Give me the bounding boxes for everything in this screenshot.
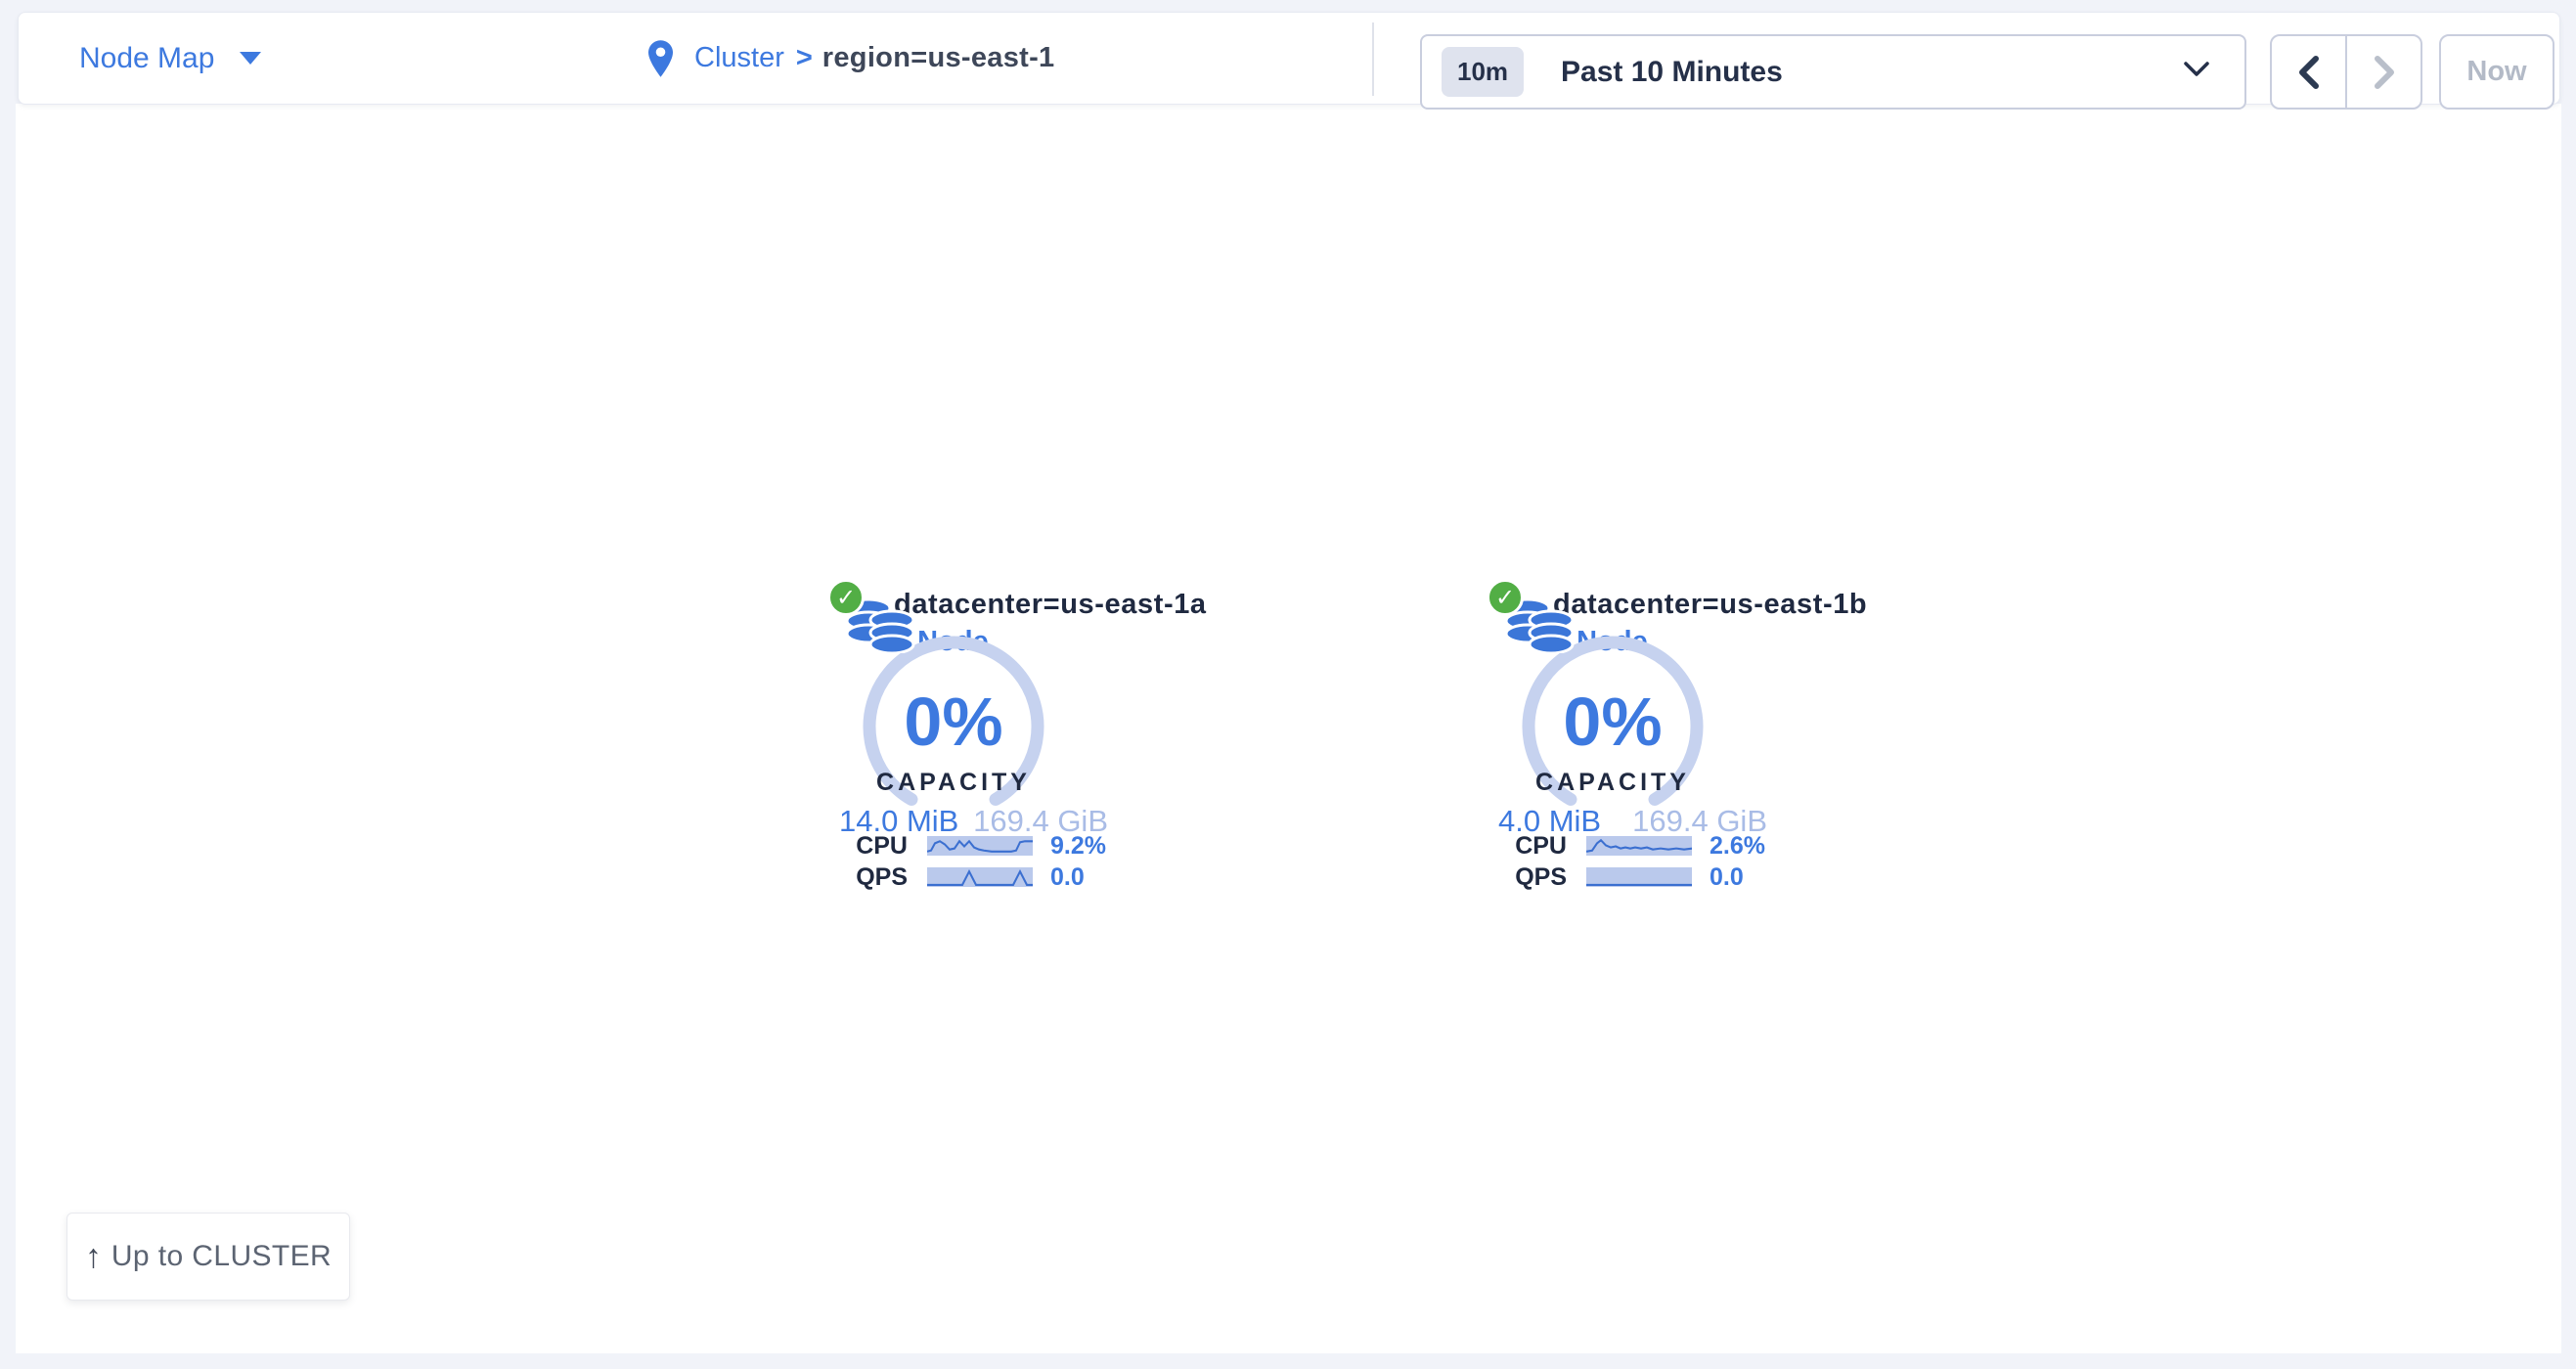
- capacity-percent: 0%: [1515, 683, 1710, 761]
- up-to-cluster-label: Up to CLUSTER: [111, 1240, 332, 1273]
- cpu-sparkline: [1586, 836, 1692, 856]
- qps-label: QPS: [1508, 863, 1567, 892]
- datacenter-card-us-east-1b[interactable]: ✓ datacenter=us-east-1b 1 Node 0% CAPACI…: [1334, 0, 1882, 900]
- view-selector-dropdown[interactable]: Node Map: [79, 13, 261, 104]
- capacity-label: CAPACITY: [817, 769, 1090, 797]
- cpu-value: 2.6%: [1710, 832, 1765, 861]
- timescale-dropdown[interactable]: 10m Past 10 Minutes: [1420, 34, 2246, 110]
- cpu-value: 9.2%: [1050, 832, 1106, 861]
- breadcrumb: Cluster > region=us-east-1: [648, 13, 1054, 104]
- status-ok-icon: ✓: [827, 579, 865, 616]
- timescale-selected-label: Past 10 Minutes: [1561, 56, 1783, 89]
- now-button[interactable]: Now: [2439, 34, 2554, 110]
- map-pin-icon: [648, 40, 673, 77]
- cpu-label: CPU: [1508, 832, 1567, 861]
- qps-label: QPS: [849, 863, 908, 892]
- prev-interval-button[interactable]: [2272, 36, 2347, 108]
- capacity-percent: 0%: [856, 683, 1051, 761]
- view-selector-label: Node Map: [79, 42, 214, 75]
- qps-stat-row: QPS 0.0: [849, 866, 1222, 888]
- qps-stat-row: QPS 0.0: [1508, 866, 1882, 888]
- toolbar-divider: [1372, 22, 1374, 96]
- status-ok-icon: ✓: [1487, 579, 1524, 616]
- toolbar: Node Map Cluster > region=us-east-1 10m …: [18, 12, 2560, 105]
- datacenter-card-us-east-1a[interactable]: ✓ datacenter=us-east-1a 1 Node 0% CAPACI…: [675, 0, 1222, 900]
- qps-sparkline: [927, 867, 1033, 887]
- qps-sparkline: [1586, 867, 1692, 887]
- next-interval-button[interactable]: [2347, 36, 2421, 108]
- qps-value: 0.0: [1710, 863, 1744, 892]
- chevron-down-icon: [2184, 62, 2209, 82]
- cpu-sparkline: [927, 836, 1033, 856]
- caret-down-icon: [240, 52, 261, 65]
- timescale-badge: 10m: [1442, 47, 1524, 97]
- node-map-canvas: [16, 104, 2561, 1353]
- cpu-label: CPU: [849, 832, 908, 861]
- capacity-gauge: 0% CAPACITY: [856, 634, 1051, 819]
- datacenter-name: datacenter=us-east-1a: [894, 589, 1207, 621]
- cpu-stat-row: CPU 9.2%: [849, 835, 1222, 857]
- breadcrumb-cluster-link[interactable]: Cluster: [694, 42, 784, 74]
- breadcrumb-current: region=us-east-1: [822, 42, 1055, 74]
- up-arrow-icon: ↑: [85, 1240, 102, 1273]
- capacity-label: CAPACITY: [1476, 769, 1750, 797]
- up-to-cluster-button[interactable]: ↑ Up to CLUSTER: [67, 1213, 350, 1301]
- capacity-gauge: 0% CAPACITY: [1515, 634, 1710, 819]
- cpu-stat-row: CPU 2.6%: [1508, 835, 1882, 857]
- qps-value: 0.0: [1050, 863, 1085, 892]
- breadcrumb-separator: >: [796, 42, 813, 74]
- datacenter-name: datacenter=us-east-1b: [1553, 589, 1867, 621]
- time-range-arrows: [2270, 34, 2422, 110]
